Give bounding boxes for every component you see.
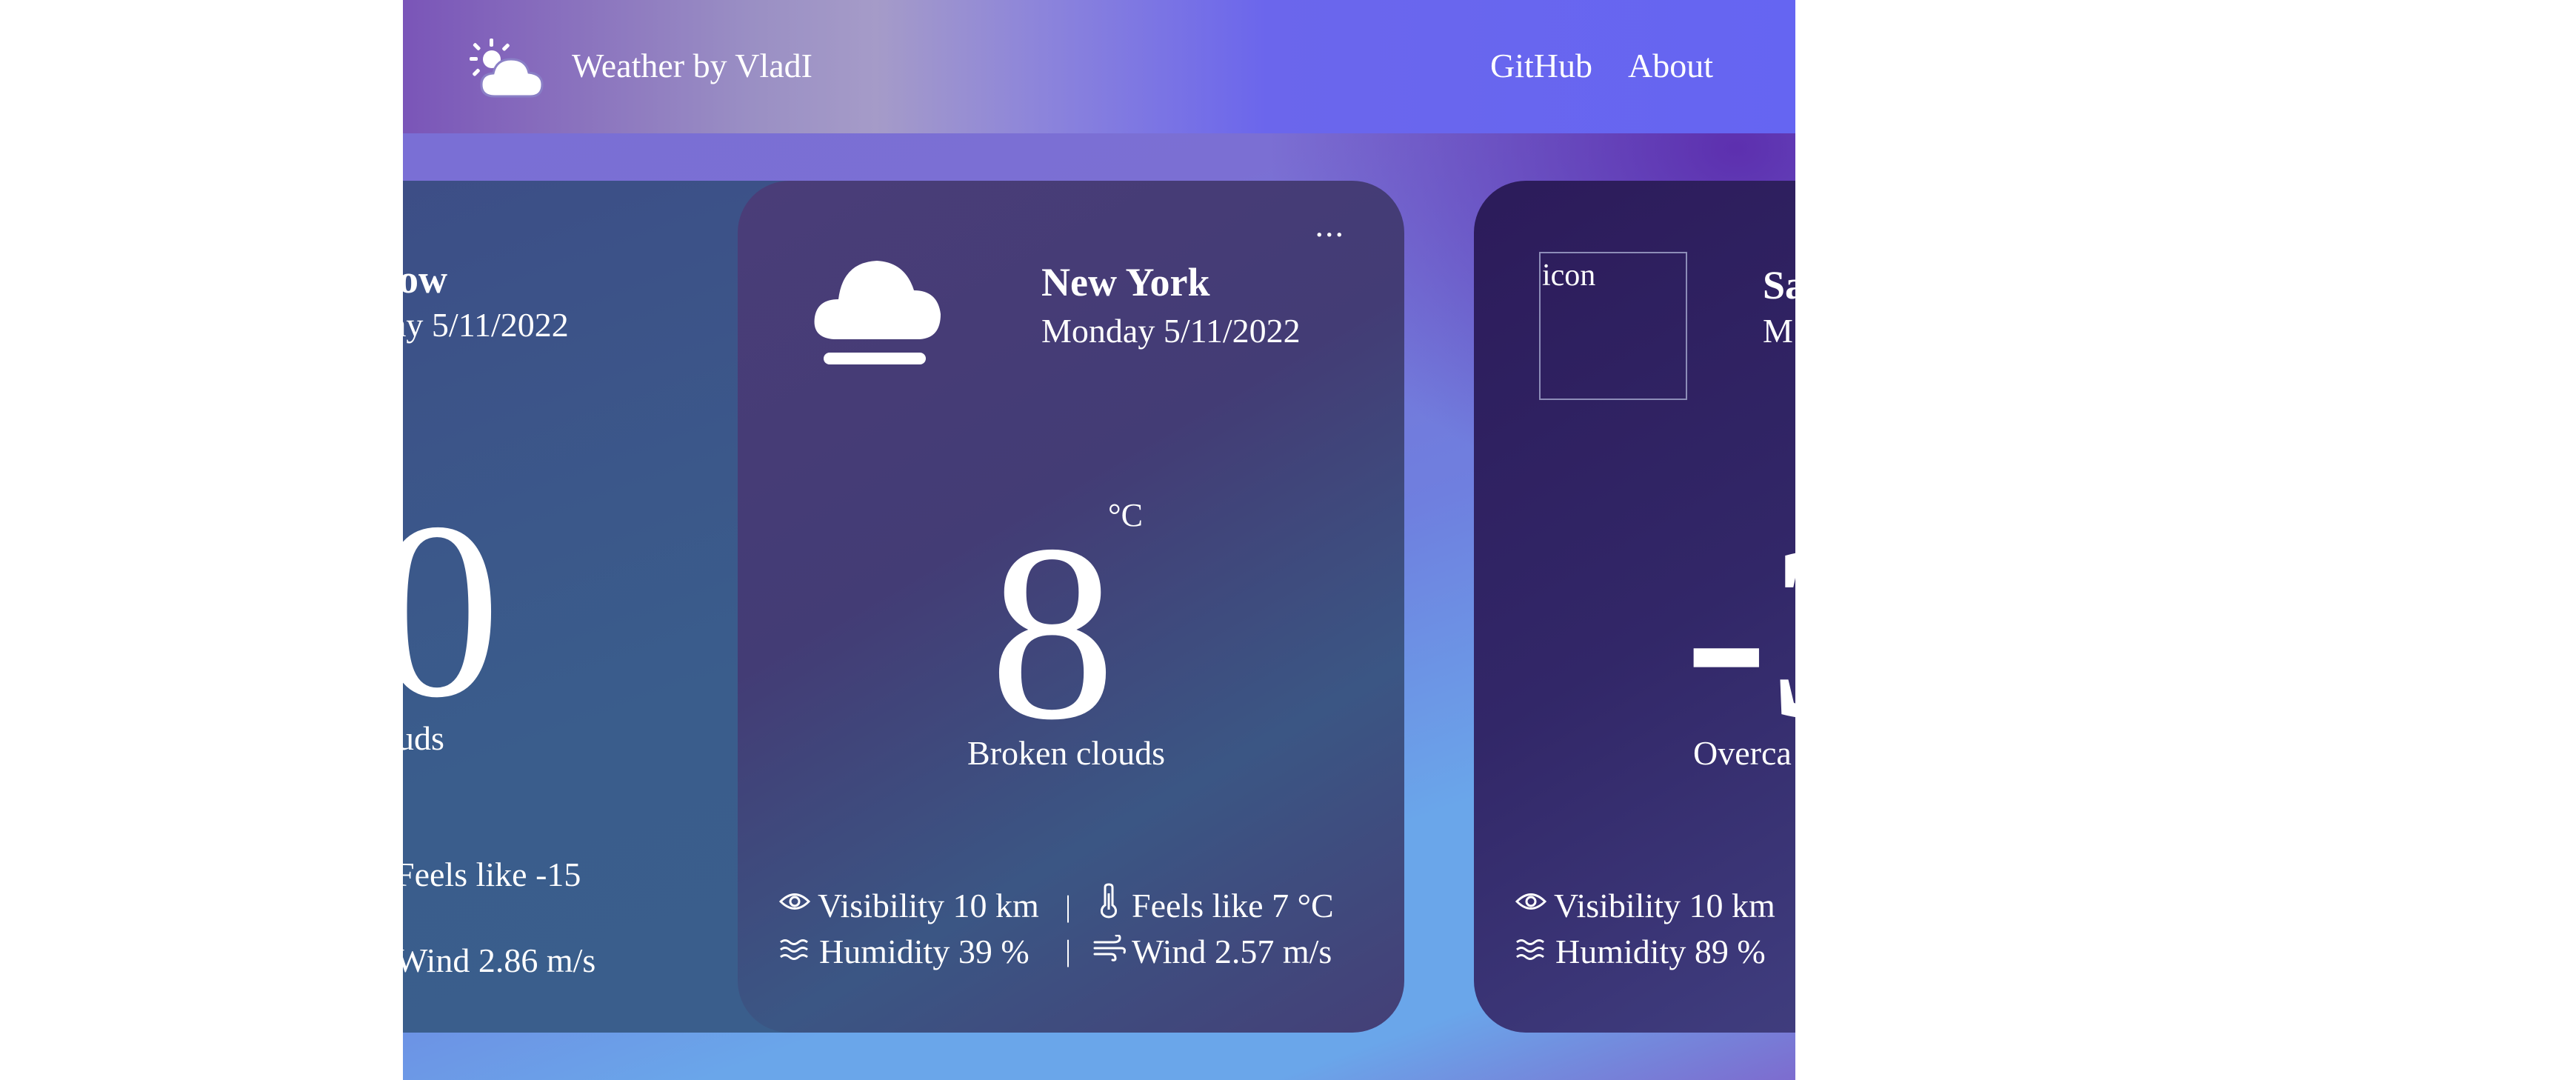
card-wind: Wind 2.86 m/s: [403, 941, 596, 979]
card-visibility: Visibility 10 km: [818, 887, 1039, 924]
card-date: M: [1763, 312, 1793, 350]
card-condition: Overca: [1693, 734, 1792, 772]
card-feels-like: Feels like 7 °C: [1132, 887, 1334, 924]
card-wind: Wind 2.57 m/s: [1132, 933, 1332, 970]
partly-cloudy-logo-icon: [470, 39, 544, 98]
top-navbar: Weather by VladI GitHub About: [403, 0, 1795, 133]
card-temperature: -3: [1684, 493, 1795, 772]
card-condition: Broken clouds: [967, 734, 1166, 772]
card-humidity: Humidity 39 %: [819, 933, 1030, 970]
nav-about-link[interactable]: About: [1628, 46, 1713, 85]
card-condition: uds: [403, 719, 444, 757]
card-menu-button[interactable]: ...: [1315, 208, 1346, 242]
card-date: Monday 5/11/2022: [1041, 312, 1301, 350]
card-feels-like: Feels like -15: [403, 856, 581, 893]
stat-separator: |: [1065, 890, 1072, 923]
card-temperature: 0: [403, 470, 501, 750]
card-temp-unit: °C: [1108, 497, 1143, 533]
eye-icon: [779, 893, 810, 910]
wind-icon: [1093, 935, 1126, 961]
card-visibility: Visibility 10 km: [1554, 887, 1775, 924]
fog-cloud-icon: [814, 261, 941, 364]
thermometer-icon: [1101, 883, 1117, 919]
stat-separator: |: [1065, 934, 1072, 967]
card-city-name: Sa: [1763, 263, 1795, 307]
app-viewport: Weather by VladI GitHub About ... ow ay …: [403, 0, 1795, 1080]
eye-icon: [1515, 893, 1546, 910]
nav-github-link[interactable]: GitHub: [1490, 46, 1592, 85]
humidity-waves-icon: [780, 939, 808, 960]
app-brand-title[interactable]: Weather by VladI: [572, 46, 812, 85]
humidity-waves-icon: [1516, 939, 1544, 960]
card-date: ay 5/11/2022: [403, 306, 569, 344]
broken-image-icon: icon: [1539, 252, 1687, 400]
card-city-name: ow: [403, 257, 447, 301]
card-humidity: Humidity 89 %: [1555, 933, 1766, 970]
card-city-name: New York: [1041, 260, 1210, 304]
weather-card-new-york[interactable]: ... New York Monday 5/11/2022 8 °C Broke…: [738, 181, 1404, 1033]
card-temperature: 8: [990, 493, 1115, 772]
weather-card-third[interactable]: icon Sa M -3 Overca Visibility 10 km Hum…: [1474, 181, 1795, 1033]
